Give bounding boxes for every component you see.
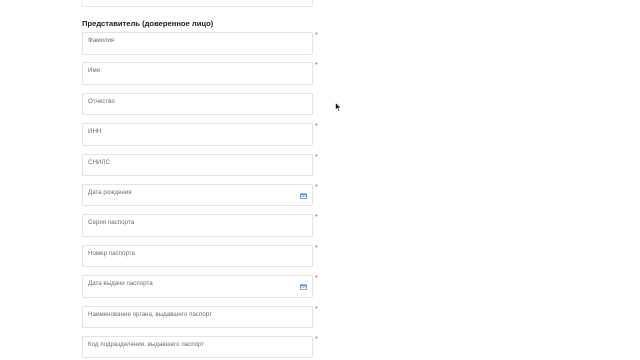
field-row-inn: ИНН * — [82, 123, 322, 146]
division-code-field[interactable]: Код подразделения, выдавшего паспорт — [82, 335, 313, 359]
field-row-division-code: Код подразделения, выдавшего паспорт * — [82, 335, 322, 359]
previous-field[interactable] — [82, 0, 313, 7]
calendar-icon[interactable] — [300, 192, 307, 199]
field-row-passport-series: Серия паспорта * — [82, 214, 322, 237]
snils-field[interactable]: СНИЛС — [82, 153, 313, 177]
field-row-last-name: Фамилия * — [82, 32, 322, 55]
mouse-cursor-icon — [335, 102, 342, 112]
division-code-label: Код подразделения, выдавшего паспорт — [88, 340, 205, 348]
birth-date-label: Дата рождения — [88, 188, 132, 196]
field-row-first-name: Имя * — [82, 62, 322, 85]
first-name-label: Имя — [88, 67, 101, 75]
required-marker: * — [315, 305, 318, 313]
passport-series-label: Серия паспорта — [88, 219, 135, 227]
issuing-authority-field[interactable]: Наименование органа, выдавшего паспорт — [82, 305, 313, 329]
birth-date-field[interactable]: Дата рождения — [82, 183, 313, 207]
field-row-snils: СНИЛС * — [82, 153, 322, 177]
required-marker: * — [315, 214, 318, 222]
field-row-passport-number: Номер паспорта * — [82, 244, 322, 268]
snils-label: СНИЛС — [88, 158, 110, 166]
field-row-birth-date: Дата рождения * — [82, 183, 322, 207]
calendar-icon[interactable] — [300, 284, 307, 291]
passport-issue-date-label: Дата выдачи паспорта — [88, 280, 153, 288]
required-marker: * — [315, 62, 318, 70]
form-page: Представитель (доверенное лицо) Фамилия … — [0, 0, 640, 360]
patronymic-field[interactable]: Отчество — [82, 92, 313, 116]
required-marker: * — [315, 244, 318, 252]
representative-fields: Фамилия * Имя * Отчество ИНН * СНИЛС * Д… — [82, 32, 322, 360]
inn-label: ИНН — [88, 128, 102, 136]
field-row-issuing-authority: Наименование органа, выдавшего паспорт * — [82, 305, 322, 329]
first-name-field[interactable]: Имя — [82, 62, 313, 85]
passport-number-field[interactable]: Номер паспорта — [82, 244, 313, 268]
last-name-label: Фамилия — [88, 37, 115, 44]
last-name-field[interactable]: Фамилия — [82, 32, 313, 55]
patronymic-label: Отчество — [88, 97, 115, 105]
passport-number-label: Номер паспорта — [88, 249, 135, 257]
required-marker: * — [315, 275, 318, 283]
required-marker: * — [315, 32, 318, 39]
passport-issue-date-field[interactable]: Дата выдачи паспорта — [82, 275, 313, 298]
inn-field[interactable]: ИНН — [82, 123, 313, 146]
field-row-passport-issue-date: Дата выдачи паспорта * — [82, 275, 322, 298]
issuing-authority-label: Наименование органа, выдавшего паспорт — [88, 310, 212, 318]
passport-series-field[interactable]: Серия паспорта — [82, 214, 313, 237]
required-marker: * — [315, 335, 318, 343]
section-title: Представитель (доверенное лицо) — [82, 19, 214, 28]
required-marker: * — [315, 153, 318, 161]
field-row-patronymic: Отчество — [82, 92, 322, 116]
required-marker: * — [315, 183, 318, 191]
required-marker: * — [315, 123, 318, 131]
